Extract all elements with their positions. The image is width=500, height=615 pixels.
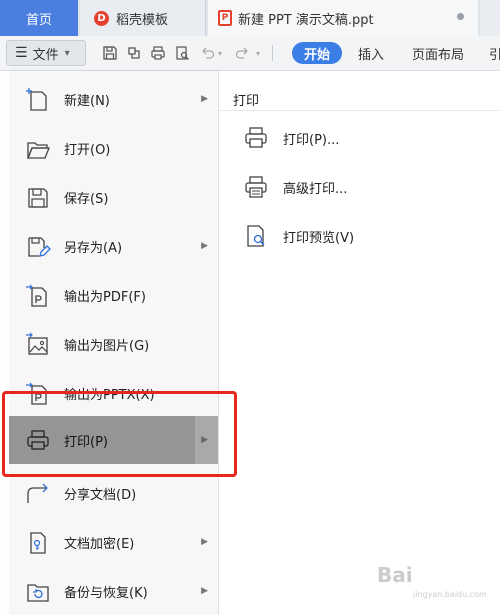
menu-item-export-pptx-label: 输出为PPTX(X) [64,387,155,403]
chevron-right-icon: ▶ [201,537,208,547]
watermark: Bai jingyan.baidu.com [377,563,487,599]
menu-item-open[interactable]: 打开(O) [9,126,218,170]
print-preview-icon [243,223,269,249]
menu-item-share-label: 分享文档(D) [64,487,137,503]
chevron-right-icon: ▶ [201,241,208,251]
export-icon[interactable] [124,43,144,63]
menu-item-new-label: 新建(N) [64,93,110,109]
printer-icon [25,427,51,453]
save-icon[interactable] [100,43,120,63]
menu-item-save-label: 保存(S) [64,191,109,207]
print-option-print[interactable]: 打印(P)... [243,123,339,153]
menu-item-export-image[interactable]: 输出为图片(G) [9,322,218,366]
printer-icon [243,125,269,151]
print-preview-icon[interactable] [172,43,192,63]
toolbar-divider [272,45,273,61]
ribbon-tab-page-layout[interactable]: 页面布局 [412,42,464,64]
menu-item-backup[interactable]: 备份与恢复(K) ▶ [9,569,218,613]
print-option-advanced[interactable]: 高级打印... [243,172,347,202]
print-submenu-panel: 打印 打印(P)... 高级打印... 打印预览(V) [219,71,500,615]
file-menu: 新建(N) ▶ 打开(O) 保存(S) 另存为(A) ▶ 输出为PDF(F) 输… [9,71,219,615]
unsaved-dot-icon[interactable] [457,13,464,20]
chevron-right-icon: ▶ [201,94,208,104]
menu-item-encrypt-label: 文档加密(E) [64,536,135,552]
menu-icon: ☰ [15,45,28,61]
save-icon [25,185,51,211]
undo-dropdown-icon[interactable]: ▾ [214,43,226,63]
redo-dropdown-icon[interactable]: ▾ [252,43,264,63]
export-image-icon [25,332,51,358]
menu-item-export-pdf-label: 输出为PDF(F) [64,289,146,305]
menu-item-save[interactable]: 保存(S) [9,175,218,219]
menu-item-print-label: 打印(P) [64,434,108,450]
menu-item-encrypt[interactable]: 文档加密(E) ▶ [9,520,218,564]
print-option-preview-label: 打印预览(V) [283,230,355,246]
menu-item-save-as[interactable]: 另存为(A) ▶ [9,224,218,268]
menu-item-new[interactable]: 新建(N) ▶ [9,77,218,121]
print-option-print-label: 打印(P)... [283,132,340,148]
ppt-file-icon: P [218,10,232,26]
tab-home-label: 首页 [25,12,52,28]
watermark-text: Bai [377,563,413,587]
ribbon-tab-references[interactable]: 引 [489,42,500,64]
ribbon-tab-references-label: 引 [489,47,500,63]
print-option-advanced-label: 高级打印... [283,181,348,197]
tab-document-label: 新建 PPT 演示文稿.ppt [238,12,374,28]
tab-home[interactable]: 首页 [0,0,78,36]
new-file-icon [25,87,51,113]
menu-item-open-label: 打开(O) [64,142,111,158]
quick-toolbar: ☰ 文件 ▾ ▾ ▾ 开始 插入 页面布局 引 [0,36,500,71]
chevron-right-icon: ▶ [201,586,208,596]
ribbon-tab-home-label: 开始 [304,47,331,63]
menu-item-export-image-label: 输出为图片(G) [64,338,150,354]
share-icon [25,481,51,507]
watermark-subtext: jingyan.baidu.com [413,590,487,599]
ribbon-tab-insert-label: 插入 [358,47,385,63]
print-panel-title: 打印 [233,94,260,109]
advanced-print-icon [243,174,269,200]
menu-item-share[interactable]: 分享文档(D) [9,471,218,515]
file-menu-label: 文件 [32,47,59,63]
docer-logo-icon: D [94,10,109,26]
ribbon-tab-page-layout-label: 页面布局 [412,47,465,63]
folder-open-icon [25,136,51,162]
tab-docer-templates[interactable]: D 稻壳模板 [80,0,206,36]
chevron-down-icon: ▾ [64,47,70,59]
menu-item-print[interactable]: 打印(P) ▶ [9,416,218,464]
save-as-icon [25,234,51,260]
ribbon-tab-home[interactable]: 开始 [292,42,343,64]
menu-item-save-as-label: 另存为(A) [64,240,123,256]
print-option-preview[interactable]: 打印预览(V) [243,221,354,251]
backup-icon [25,579,51,605]
export-pptx-icon [25,381,51,407]
menu-item-export-pdf[interactable]: 输出为PDF(F) [9,273,218,317]
export-pdf-icon [25,283,51,309]
menu-item-backup-label: 备份与恢复(K) [64,585,148,601]
tab-more[interactable] [480,0,500,36]
divider [219,110,500,111]
print-icon[interactable] [148,43,168,63]
tab-bar: 首页 D 稻壳模板 P 新建 PPT 演示文稿.ppt [0,0,500,36]
ribbon-tab-insert[interactable]: 插入 [358,42,384,64]
tab-docer-label: 稻壳模板 [116,12,169,28]
menu-item-export-pptx[interactable]: 输出为PPTX(X) [9,371,218,415]
redo-icon[interactable] [232,43,252,63]
encrypt-icon [25,530,51,556]
chevron-right-icon: ▶ [201,435,208,445]
tab-document[interactable]: P 新建 PPT 演示文稿.ppt [208,0,478,36]
file-menu-button[interactable]: ☰ 文件 ▾ [6,40,86,66]
